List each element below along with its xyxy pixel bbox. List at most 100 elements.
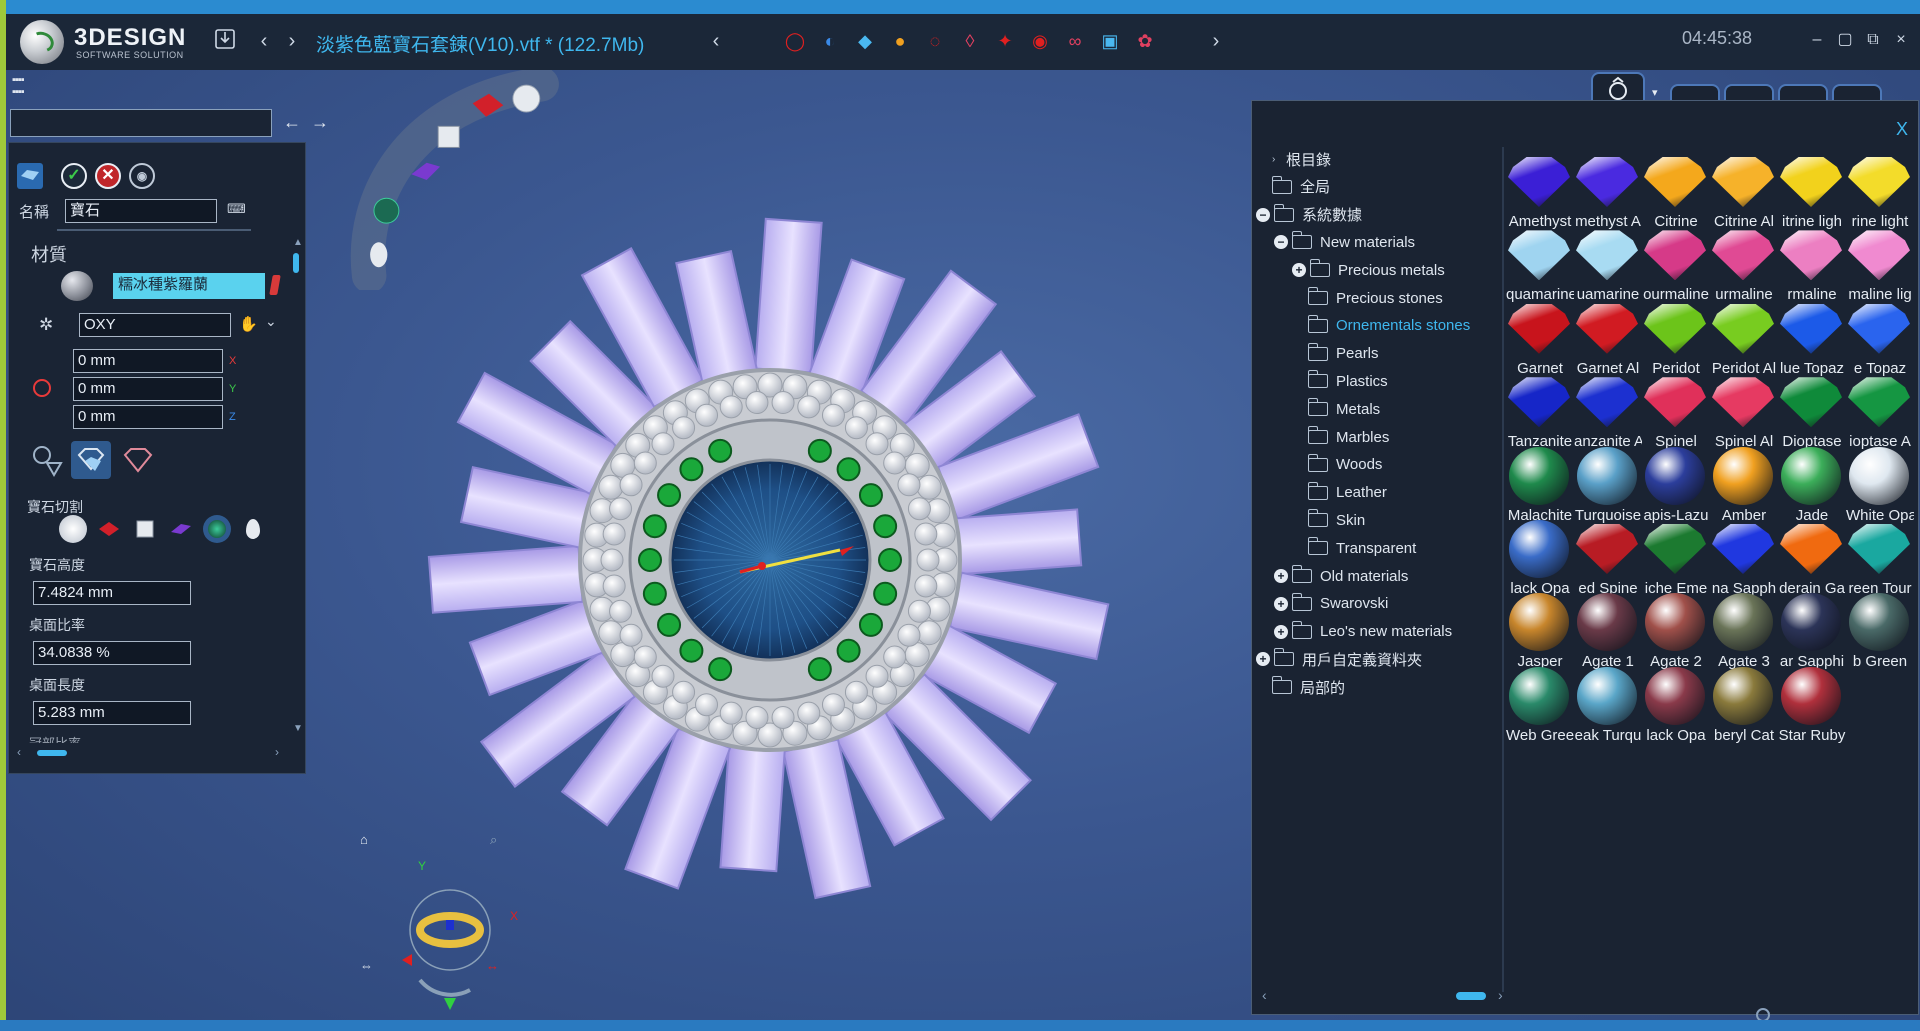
tree-item[interactable]: + Swarovski xyxy=(1274,592,1388,616)
colored-gems-icon[interactable]: ● xyxy=(887,28,913,54)
toolbar-scroll-right-icon[interactable]: › xyxy=(1206,28,1226,54)
collapse-icon[interactable]: − xyxy=(1256,207,1270,222)
tree-item[interactable]: Skin xyxy=(1308,508,1365,532)
tree-item[interactable]: Pearls xyxy=(1308,342,1379,366)
tree-item[interactable]: + 用戶自定義資料夾 xyxy=(1256,647,1422,671)
y-field[interactable]: 0 mm xyxy=(73,377,223,401)
keyboard-icon[interactable]: ⌨ xyxy=(227,201,246,217)
table-ratio-field[interactable]: 34.0838 % xyxy=(33,641,191,665)
gem-height-field[interactable]: 7.4824 mm xyxy=(33,581,191,605)
material-swatch[interactable]: lack Opa xyxy=(1642,665,1708,751)
snowflake-icon[interactable]: ✲ xyxy=(39,315,53,335)
save-icon[interactable] xyxy=(212,28,238,54)
material-close-icon[interactable]: X xyxy=(1896,119,1908,140)
3d-viewport[interactable]: Y X ⌂ ⌕ ⇔ ↔ xyxy=(310,70,1250,1031)
table-length-field[interactable]: 5.283 mm xyxy=(33,701,191,725)
cabochon-cut-icon[interactable] xyxy=(203,515,231,543)
bezel-icon[interactable]: ◉ xyxy=(1027,28,1053,54)
material-field[interactable]: 糯冰種紫羅蘭 xyxy=(113,273,265,299)
x-field[interactable]: 0 mm xyxy=(73,349,223,373)
material-swatch[interactable]: b Green xyxy=(1846,591,1912,677)
properties-scrollbar[interactable]: ▲ ▼ xyxy=(291,237,303,737)
minimize-icon[interactable]: – xyxy=(1806,28,1828,52)
flower-icon[interactable]: ✿ xyxy=(1132,28,1158,54)
ring-icon[interactable]: ◯ xyxy=(782,28,808,54)
tree-item-label: Leo's new materials xyxy=(1320,623,1453,641)
material-swatch[interactable]: Star Ruby xyxy=(1778,665,1845,751)
expand-icon[interactable]: + xyxy=(1256,652,1270,667)
tree-item[interactable]: − 系統數據 xyxy=(1256,203,1362,227)
expand-icon[interactable]: + xyxy=(1274,624,1288,639)
position-target-icon[interactable] xyxy=(33,379,51,397)
expand-icon[interactable]: + xyxy=(1292,263,1306,278)
tree-item[interactable]: 全局 xyxy=(1272,175,1330,199)
tree-item[interactable]: Metals xyxy=(1308,397,1380,421)
toolbar-scroll-left-icon[interactable]: ‹ xyxy=(706,28,726,54)
orbit-view-icon[interactable]: ⇔ xyxy=(360,958,373,973)
visibility-eye-icon[interactable]: ◉ xyxy=(129,163,155,189)
spiral-icon[interactable]: ◐ xyxy=(817,28,843,54)
marquise-cut-icon[interactable] xyxy=(167,515,195,543)
pear-cut-icon[interactable] xyxy=(95,515,123,543)
zoom-view-icon[interactable]: ⌕ xyxy=(490,832,497,848)
link-icon[interactable]: ∞ xyxy=(1062,28,1088,54)
collapse-icon[interactable]: − xyxy=(1274,235,1288,250)
pan-x-icon[interactable]: ↔ xyxy=(486,958,499,973)
tree-item[interactable]: › 根目錄 xyxy=(1272,147,1331,171)
tree-item[interactable]: Leather xyxy=(1308,481,1387,505)
jewel-tab[interactable] xyxy=(1591,72,1645,102)
expand-icon[interactable]: + xyxy=(1274,569,1288,583)
tree-item[interactable]: − New materials xyxy=(1274,230,1415,254)
search-back-icon[interactable]: ← xyxy=(282,110,302,134)
dropdown-chevron-icon[interactable]: ⌄ xyxy=(265,313,277,330)
tree-item[interactable]: + Precious metals xyxy=(1292,258,1445,282)
material-swatch[interactable]: Web Gree xyxy=(1506,665,1574,751)
square-cut-icon[interactable] xyxy=(131,515,159,543)
undo-chevron-left-icon[interactable]: ‹ xyxy=(254,28,274,54)
restore-icon[interactable]: ⧉ xyxy=(1862,28,1884,52)
pave-icon[interactable]: ◌ xyxy=(922,28,948,54)
material-preview-icon[interactable] xyxy=(61,271,93,301)
material-pick-icon[interactable] xyxy=(269,275,281,295)
material-swatch[interactable]: beryl Cat xyxy=(1710,665,1776,751)
sphere-preview-icon xyxy=(1713,446,1773,505)
close-icon[interactable]: × xyxy=(1890,28,1912,52)
tree-hscrollbar[interactable]: ‹ › xyxy=(1262,987,1503,1005)
coordinate-system-field[interactable]: OXY xyxy=(79,313,231,337)
search-input[interactable] xyxy=(10,109,272,137)
cancel-x-icon[interactable]: ✕ xyxy=(95,163,121,189)
drop-icon[interactable]: ◊ xyxy=(957,28,983,54)
tree-item[interactable]: 局部的 xyxy=(1272,675,1345,699)
tree-item[interactable]: Transparent xyxy=(1308,536,1416,560)
diamond-mode-icon[interactable] xyxy=(121,445,155,475)
shapes-mode-icon[interactable] xyxy=(31,443,65,477)
redo-chevron-right-icon[interactable]: › xyxy=(282,28,302,54)
tree-item[interactable]: Woods xyxy=(1308,453,1382,477)
expand-icon[interactable]: + xyxy=(1274,596,1288,611)
maximize-icon[interactable]: ▢ xyxy=(1834,28,1856,52)
home-view-icon[interactable]: ⌂ xyxy=(360,832,368,847)
diamond-icon[interactable]: ◆ xyxy=(852,28,878,54)
name-field[interactable]: 寶石 xyxy=(65,199,217,223)
confirm-check-icon[interactable]: ✓ xyxy=(61,163,87,189)
tree-item[interactable]: Ornementals stones xyxy=(1308,314,1470,338)
hand-icon[interactable]: ✋ xyxy=(239,315,258,333)
jewelry-model[interactable] xyxy=(410,200,1130,920)
cube-icon[interactable]: ▣ xyxy=(1097,28,1123,54)
properties-hscrollbar[interactable]: ‹ › xyxy=(17,745,289,761)
round-cut-icon[interactable] xyxy=(59,515,87,543)
apps-grid-icon[interactable]: ▪▪▪▪ ▪▪▪▪ xyxy=(12,74,28,98)
orientation-gizmo[interactable]: Y X xyxy=(350,860,530,1031)
tree-item[interactable]: Plastics xyxy=(1308,369,1388,393)
stone-type-icon[interactable] xyxy=(17,163,43,189)
drop-cut-icon[interactable] xyxy=(239,515,267,543)
tab-dropdown-icon[interactable]: ▾ xyxy=(1652,86,1658,99)
gems-mode-icon[interactable] xyxy=(71,441,111,479)
tree-item[interactable]: Marbles xyxy=(1308,425,1389,449)
material-swatch[interactable]: eak Turqu xyxy=(1574,665,1641,751)
tree-item[interactable]: + Leo's new materials xyxy=(1274,620,1452,644)
tree-item[interactable]: Precious stones xyxy=(1308,286,1443,310)
tree-item[interactable]: + Old materials xyxy=(1274,564,1408,588)
z-field[interactable]: 0 mm xyxy=(73,405,223,429)
cluster-icon[interactable]: ✦ xyxy=(992,28,1018,54)
